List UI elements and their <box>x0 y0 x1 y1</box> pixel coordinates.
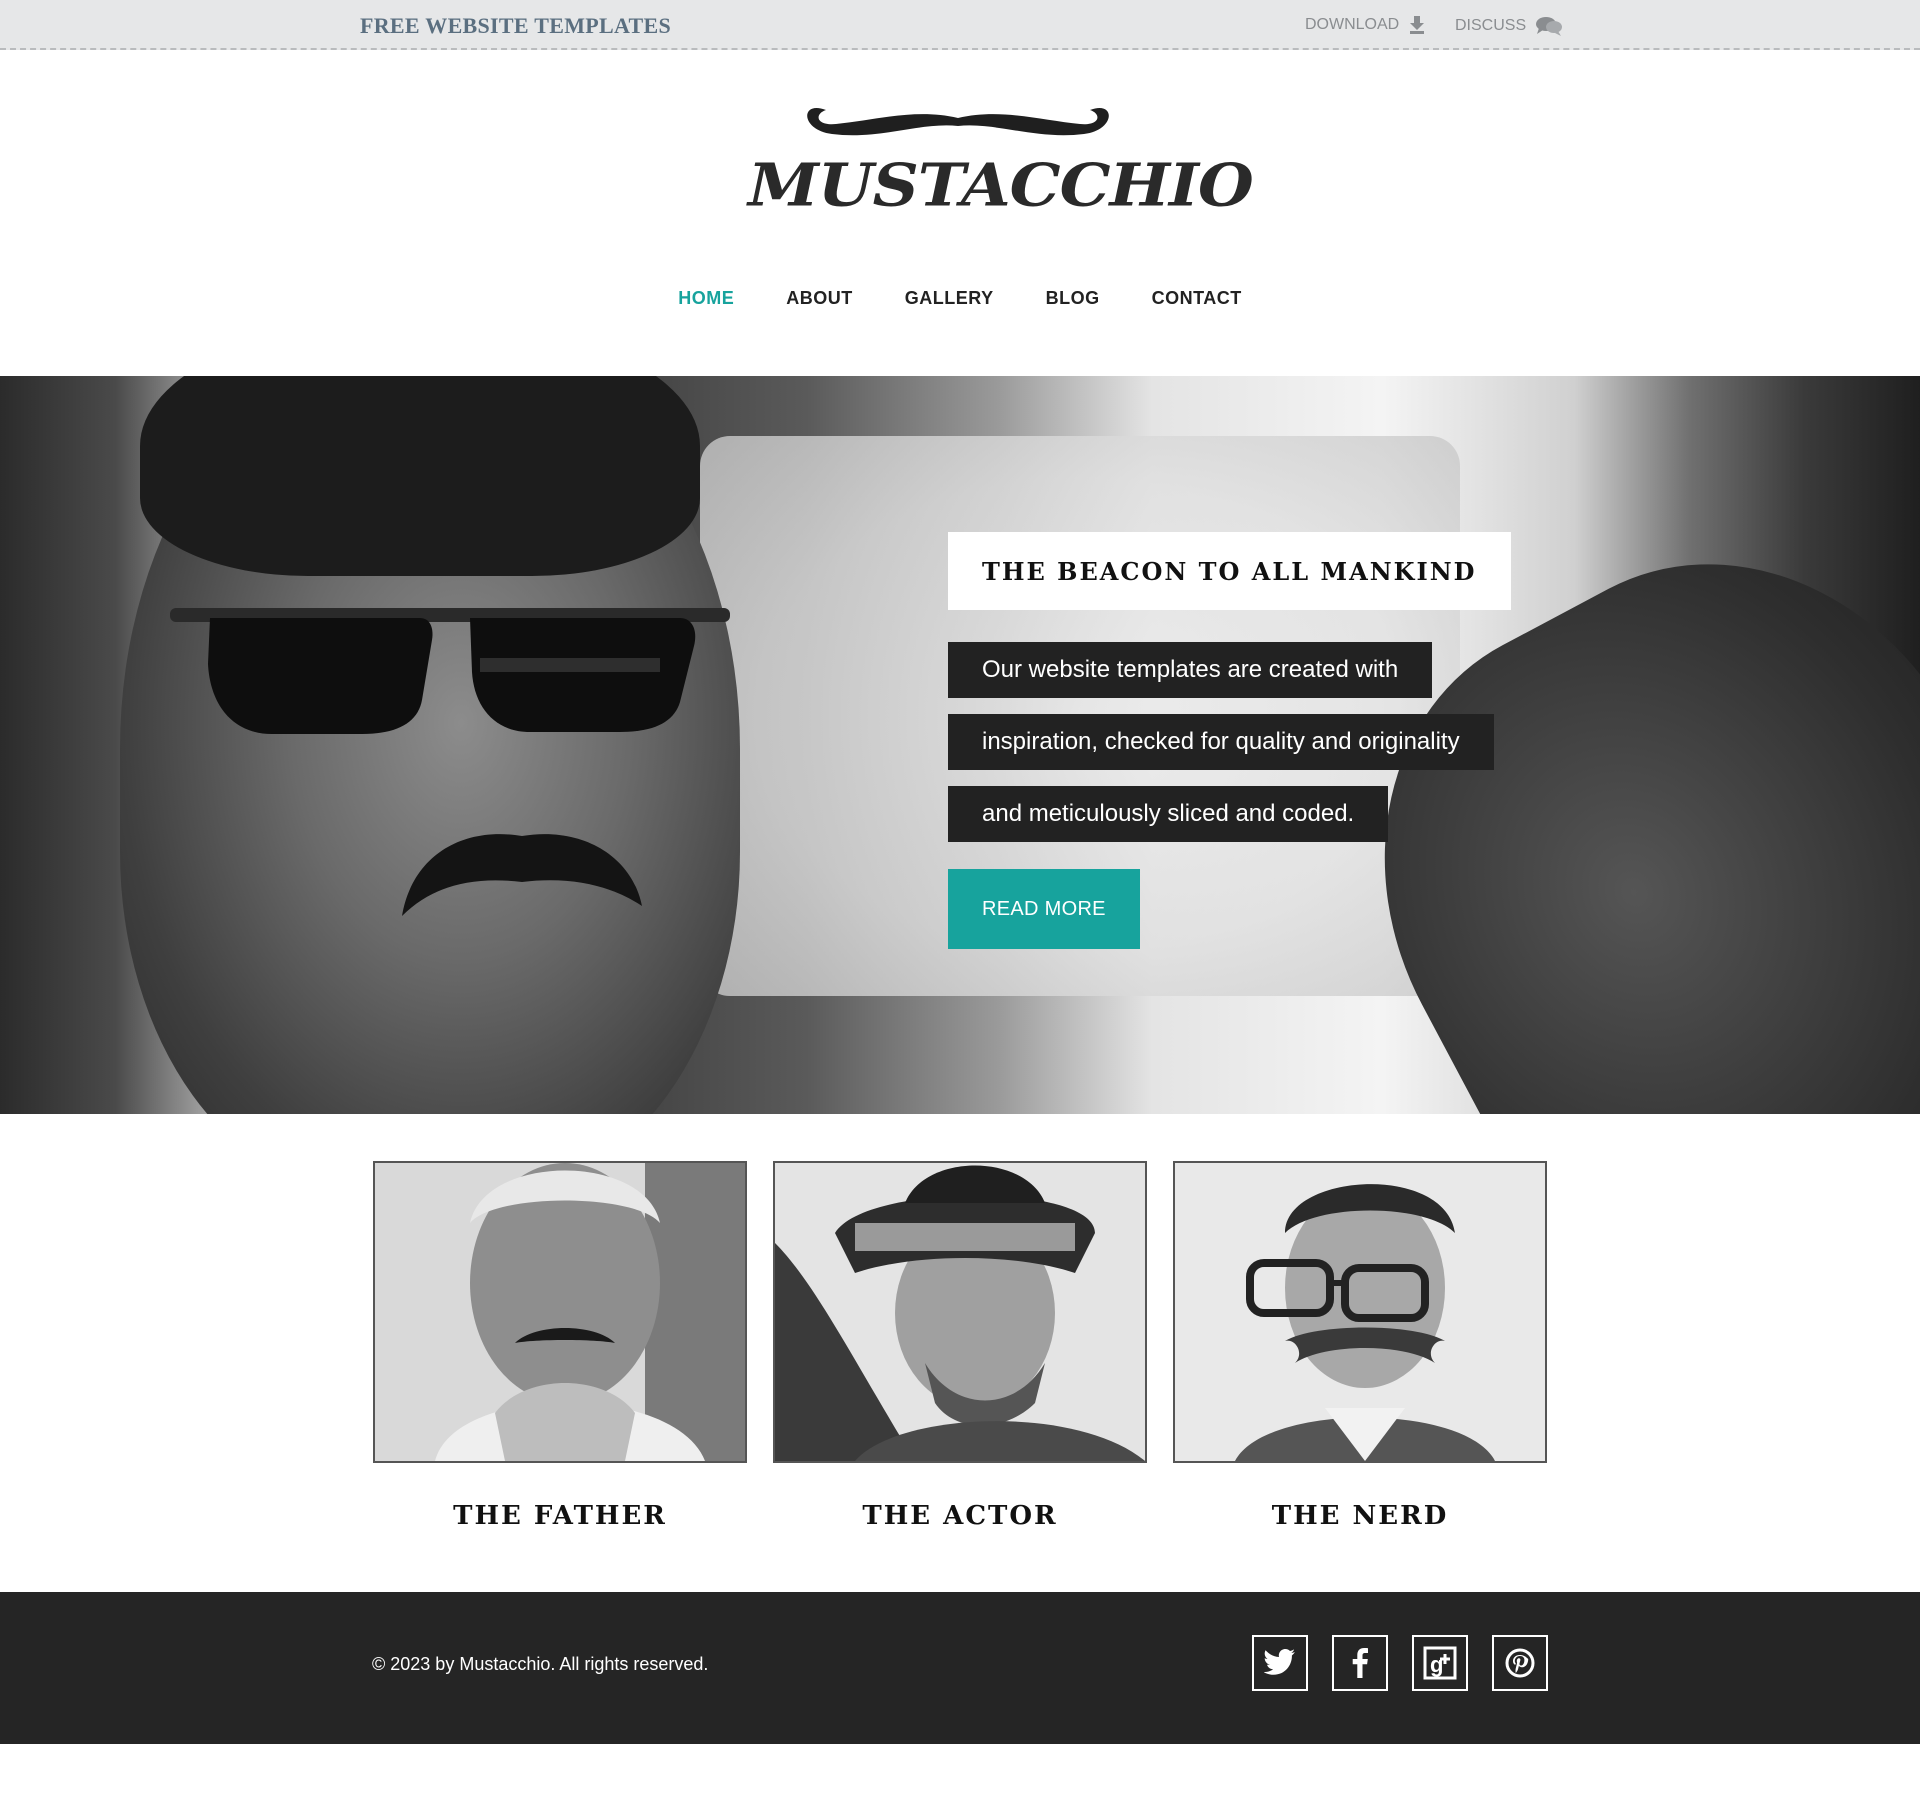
hero-text-line-3: and meticulously sliced and coded. <box>948 786 1389 842</box>
hero-text-line-2: inspiration, checked for quality and ori… <box>948 714 1494 770</box>
actor-photo[interactable] <box>773 1161 1147 1463</box>
profile-cards: THE FATHER THE ACTOR THE NERD <box>373 1161 1547 1531</box>
logo-wordmark: MUSTACCHIO <box>748 151 1254 220</box>
hero-title-box: THE BEACON TO ALL MANKIND <box>948 532 1511 610</box>
nav-item-about[interactable]: ABOUT <box>786 288 853 309</box>
svg-text:g: g <box>1430 1652 1443 1677</box>
facebook-button[interactable] <box>1332 1635 1388 1691</box>
pinterest-button[interactable] <box>1492 1635 1548 1691</box>
social-links: g <box>1252 1635 1548 1691</box>
card-title-actor: THE ACTOR <box>862 1501 1058 1531</box>
hero-title: THE BEACON TO ALL MANKIND <box>982 556 1477 586</box>
nav-item-home[interactable]: HOME <box>678 288 734 309</box>
twitter-button[interactable] <box>1252 1635 1308 1691</box>
nav-item-blog[interactable]: BLOG <box>1046 288 1100 309</box>
free-website-templates-link[interactable]: FREE WEBSITE TEMPLATES <box>360 13 671 39</box>
hero-mustache-graphic <box>402 834 642 916</box>
pinterest-icon <box>1505 1648 1535 1678</box>
read-more-button[interactable]: READ MORE <box>948 869 1140 949</box>
copyright-text: © 2023 by Mustacchio. All rights reserve… <box>372 1654 709 1674</box>
discuss-label: DISCUSS <box>1455 17 1527 34</box>
download-label: DOWNLOAD <box>1305 16 1400 33</box>
father-photo[interactable] <box>373 1161 747 1463</box>
hero-text-line-1: Our website templates are created with <box>948 642 1433 698</box>
download-icon <box>1409 16 1425 34</box>
discuss-link[interactable]: DISCUSS <box>1455 16 1563 36</box>
top-bar: FREE WEBSITE TEMPLATES DOWNLOAD DISCUSS <box>0 0 1920 50</box>
nav-item-gallery[interactable]: GALLERY <box>905 288 994 309</box>
card-title-father: THE FATHER <box>453 1501 667 1531</box>
google-plus-icon: g <box>1423 1646 1457 1680</box>
card-actor[interactable]: THE ACTOR <box>773 1161 1147 1531</box>
hero-banner: THE BEACON TO ALL MANKIND Our website te… <box>0 376 1920 1114</box>
chat-bubbles-icon <box>1536 16 1563 36</box>
sunglasses-graphic <box>170 608 730 734</box>
card-nerd[interactable]: THE NERD <box>1173 1161 1547 1531</box>
hero-hair <box>140 376 700 576</box>
footer: © 2023 by Mustacchio. All rights reserve… <box>0 1592 1920 1744</box>
main-nav: HOME ABOUT GALLERY BLOG CONTACT <box>0 288 1920 309</box>
google-plus-button[interactable]: g <box>1412 1635 1468 1691</box>
card-title-nerd: THE NERD <box>1271 1501 1449 1531</box>
download-link[interactable]: DOWNLOAD <box>1305 16 1425 34</box>
facebook-icon <box>1352 1648 1368 1678</box>
card-father[interactable]: THE FATHER <box>373 1161 747 1531</box>
nav-item-contact[interactable]: CONTACT <box>1152 288 1242 309</box>
nerd-photo[interactable] <box>1173 1161 1547 1463</box>
site-logo[interactable]: MUSTACCHIO <box>740 100 1254 230</box>
twitter-icon <box>1264 1649 1296 1677</box>
